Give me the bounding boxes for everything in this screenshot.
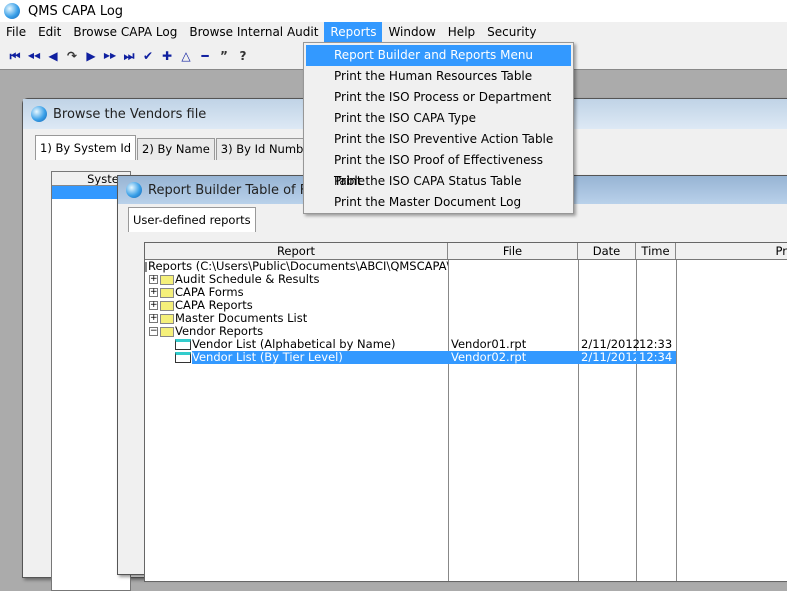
app-globe-icon — [4, 3, 20, 19]
expand-icon[interactable]: + — [149, 275, 158, 284]
last-record-icon[interactable]: ⏭ — [120, 46, 138, 66]
tree-folder[interactable]: + Master Documents List — [145, 312, 787, 325]
folder-icon — [160, 300, 174, 311]
menu-reports[interactable]: Reports — [324, 22, 383, 42]
folder-open-icon — [145, 261, 147, 272]
report-file: Vendor02.rpt — [448, 351, 578, 364]
app-title: QMS CAPA Log — [28, 3, 124, 19]
quote-icon[interactable]: ” — [215, 46, 233, 66]
tree-root[interactable]: Reports (C:\Users\Public\Documents\ABCI\… — [145, 260, 787, 273]
menu-item[interactable]: Print the ISO Process or Department — [306, 87, 571, 108]
menu-item[interactable]: Print the Master Document Log — [306, 192, 571, 213]
window-globe-icon — [126, 182, 142, 198]
report-date: 2/11/2012 — [578, 351, 640, 364]
tab-by-system-id[interactable]: 1) By System Id — [35, 135, 137, 160]
change-icon[interactable]: △ — [177, 46, 195, 66]
window-globe-icon — [31, 106, 47, 122]
menu-security[interactable]: Security — [481, 22, 542, 42]
help-icon[interactable]: ? — [234, 46, 252, 66]
menu-browse-capa-log[interactable]: Browse CAPA Log — [67, 22, 183, 42]
report-row[interactable]: Vendor List (By Tier Level) Vendor02.rpt 2… — [145, 351, 787, 364]
col-report[interactable]: Report — [145, 243, 448, 259]
previous-icon[interactable]: ◀ — [44, 46, 62, 66]
report-icon — [175, 339, 191, 350]
first-record-icon[interactable]: ⏮ — [6, 46, 24, 66]
next-icon[interactable]: ▶ — [82, 46, 100, 66]
menu-item[interactable]: Print the ISO CAPA Status Table — [306, 171, 571, 192]
col-print[interactable]: Print — [676, 243, 787, 259]
expand-icon[interactable]: + — [149, 314, 158, 323]
menu-edit[interactable]: Edit — [32, 22, 67, 42]
delete-icon[interactable]: ━ — [196, 46, 214, 66]
report-builder-window: Report Builder Table of Forms User-defin… — [117, 175, 787, 582]
menu-browse-internal-audit[interactable]: Browse Internal Audit — [183, 22, 324, 42]
menu-item[interactable]: Print the ISO Proof of Effectiveness Tab… — [306, 150, 571, 188]
reports-dropdown-menu: Report Builder and Reports Menu Print the… — [303, 42, 574, 214]
expand-icon[interactable]: + — [149, 288, 158, 297]
menu-item[interactable]: Report Builder and Reports Menu — [306, 45, 571, 66]
menu-window[interactable]: Window — [382, 22, 441, 42]
folder-icon — [160, 274, 174, 285]
menu-bar: File Edit Browse CAPA Log Browse Interna… — [0, 22, 787, 42]
check-icon[interactable]: ✔ — [139, 46, 157, 66]
tree-folder[interactable]: + CAPA Forms — [145, 286, 787, 299]
menu-file[interactable]: File — [0, 22, 32, 42]
folder-icon — [160, 313, 174, 324]
folder-icon — [160, 287, 174, 298]
tab-by-name[interactable]: 2) By Name — [137, 138, 215, 160]
col-date[interactable]: Date — [578, 243, 636, 259]
expand-icon[interactable]: + — [149, 301, 158, 310]
menu-item[interactable]: Print the ISO CAPA Type — [306, 108, 571, 129]
report-icon — [175, 352, 191, 363]
col-time[interactable]: Time — [636, 243, 676, 259]
page-down-icon[interactable]: ▶▶ — [101, 46, 119, 66]
tab-user-defined-reports[interactable]: User-defined reports — [128, 207, 256, 232]
menu-item[interactable]: Print the Human Resources Table — [306, 66, 571, 87]
menu-item[interactable]: Print the ISO Preventive Action Table — [306, 129, 571, 150]
tree-folder[interactable]: + Audit Schedule & Results — [145, 273, 787, 286]
vendors-window-title: Browse the Vendors file — [53, 106, 207, 122]
page-up-icon[interactable]: ◀◀ — [25, 46, 43, 66]
collapse-icon[interactable]: − — [149, 327, 158, 336]
col-file[interactable]: File — [448, 243, 578, 259]
folder-icon — [160, 326, 174, 337]
report-time: 12:34 — [636, 351, 676, 364]
menu-help[interactable]: Help — [442, 22, 481, 42]
reports-tree-list[interactable]: Report File Date Time Print Reports (C:\… — [144, 242, 787, 582]
refresh-icon[interactable]: ↷ — [63, 46, 81, 66]
tree-folder[interactable]: + CAPA Reports — [145, 299, 787, 312]
column-headers: Report File Date Time Print — [145, 243, 787, 260]
app-title-bar: QMS CAPA Log — [0, 0, 787, 22]
add-icon[interactable]: ✚ — [158, 46, 176, 66]
